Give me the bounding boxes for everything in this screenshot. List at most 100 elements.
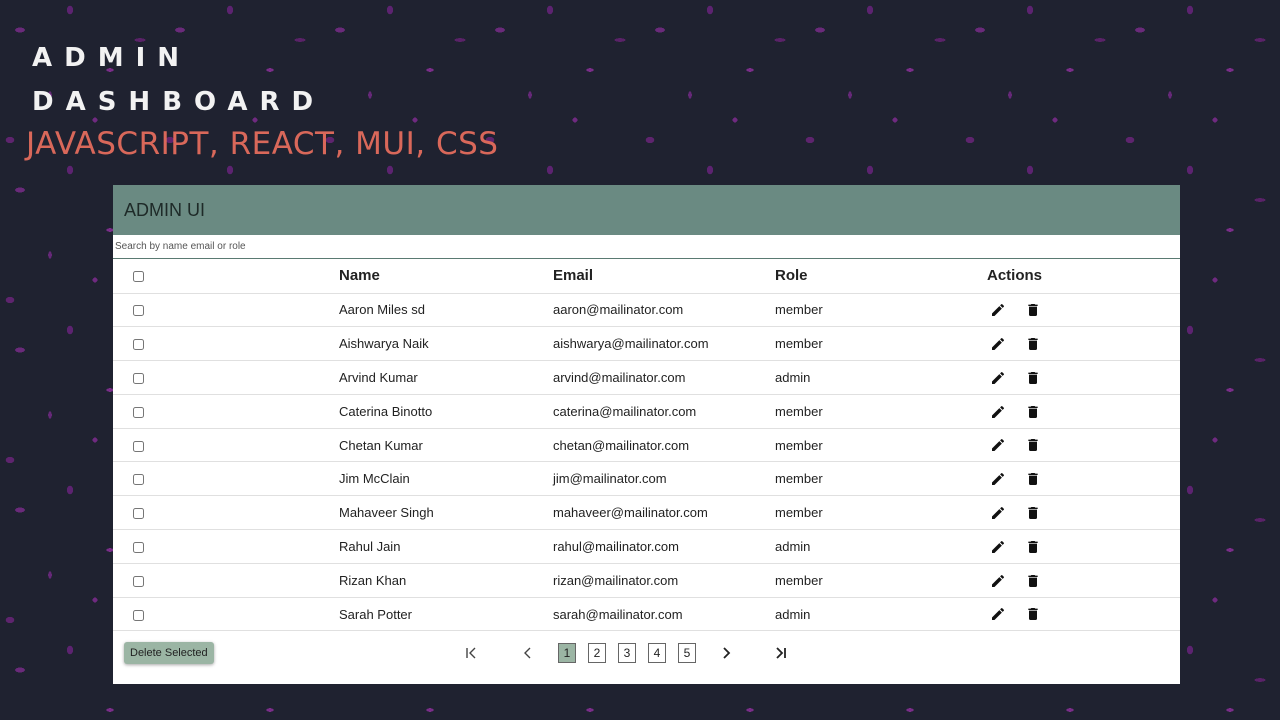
pencil-icon[interactable] <box>990 437 1006 453</box>
users-table: Name Email Role Actions Aaron Miles sd aa… <box>113 259 1180 632</box>
trash-icon[interactable] <box>1025 505 1041 521</box>
column-header-actions: Actions <box>987 259 1180 294</box>
cell-role: admin <box>775 597 987 632</box>
row-checkbox[interactable] <box>133 339 144 351</box>
table-row: Rizan Khan rizan@mailinator.com member <box>113 563 1180 598</box>
row-checkbox-cell <box>113 461 339 497</box>
trash-icon[interactable] <box>1025 336 1041 352</box>
select-all-checkbox[interactable] <box>133 270 144 282</box>
app-title: ADMIN UI <box>124 200 205 220</box>
page-button-1[interactable]: 1 <box>558 643 576 664</box>
pencil-icon[interactable] <box>990 471 1006 487</box>
page-button-4[interactable]: 4 <box>648 643 666 664</box>
last-page-icon[interactable] <box>769 642 793 664</box>
cell-email: aaron@mailinator.com <box>553 293 775 328</box>
pencil-icon[interactable] <box>990 606 1006 622</box>
chevron-right-icon[interactable] <box>714 642 738 664</box>
trash-icon[interactable] <box>1025 573 1041 589</box>
trash-icon[interactable] <box>1025 606 1041 622</box>
pencil-icon[interactable] <box>990 370 1006 386</box>
row-checkbox[interactable] <box>133 575 144 587</box>
cell-actions <box>987 495 1180 531</box>
slide-title: ADMIN DASHBOARD <box>32 36 325 124</box>
page-button-3[interactable]: 3 <box>618 643 636 664</box>
trash-icon[interactable] <box>1025 437 1041 453</box>
row-checkbox[interactable] <box>133 508 144 520</box>
row-checkbox[interactable] <box>133 609 144 621</box>
cell-actions <box>987 428 1180 463</box>
row-checkbox[interactable] <box>133 474 144 486</box>
pencil-icon[interactable] <box>990 505 1006 521</box>
row-checkbox[interactable] <box>133 406 144 418</box>
header-checkbox-cell <box>113 259 339 294</box>
row-checkbox[interactable] <box>133 305 144 317</box>
slide-title-line1: ADMIN <box>32 43 192 73</box>
row-checkbox[interactable] <box>133 373 144 385</box>
cell-role: member <box>775 563 987 598</box>
cell-email: jim@mailinator.com <box>553 461 775 497</box>
trash-icon[interactable] <box>1025 302 1041 318</box>
table-body: Aaron Miles sd aaron@mailinator.com member… <box>113 293 1180 632</box>
cell-actions <box>987 597 1180 632</box>
cell-role: member <box>775 326 987 362</box>
search-input[interactable] <box>113 235 1180 259</box>
cell-email: sarah@mailinator.com <box>553 597 775 632</box>
row-checkbox-cell <box>113 495 339 531</box>
cell-name: Aishwarya Naik <box>339 326 553 362</box>
row-checkbox-cell <box>113 428 339 463</box>
cell-email: mahaveer@mailinator.com <box>553 495 775 531</box>
cell-name: Mahaveer Singh <box>339 495 553 531</box>
cell-actions <box>987 461 1180 497</box>
cell-email: arvind@mailinator.com <box>553 360 775 395</box>
column-header-name[interactable]: Name <box>339 259 553 294</box>
page-button-5[interactable]: 5 <box>678 643 696 664</box>
trash-icon[interactable] <box>1025 404 1041 420</box>
trash-icon[interactable] <box>1025 370 1041 386</box>
admin-panel: ADMIN UI Name Email Role Actions Aaron M… <box>113 185 1180 684</box>
table-row: Jim McClain jim@mailinator.com member <box>113 461 1180 497</box>
cell-role: member <box>775 293 987 328</box>
cell-role: member <box>775 461 987 497</box>
trash-icon[interactable] <box>1025 539 1041 555</box>
row-checkbox-cell <box>113 563 339 598</box>
chevron-left-icon[interactable] <box>516 642 540 664</box>
table-header-row: Name Email Role Actions <box>113 259 1180 294</box>
page-button-2[interactable]: 2 <box>588 643 606 664</box>
pencil-icon[interactable] <box>990 539 1006 555</box>
delete-selected-button[interactable]: Delete Selected <box>124 642 214 665</box>
row-checkbox[interactable] <box>133 440 144 452</box>
cell-actions <box>987 529 1180 564</box>
column-header-role[interactable]: Role <box>775 259 987 294</box>
cell-email: rahul@mailinator.com <box>553 529 775 564</box>
cell-name: Caterina Binotto <box>339 394 553 429</box>
pencil-icon[interactable] <box>990 573 1006 589</box>
pencil-icon[interactable] <box>990 404 1006 420</box>
cell-name: Chetan Kumar <box>339 428 553 463</box>
cell-email: aishwarya@mailinator.com <box>553 326 775 362</box>
cell-role: member <box>775 428 987 463</box>
cell-role: member <box>775 495 987 531</box>
first-page-icon[interactable] <box>459 642 483 664</box>
table-row: Caterina Binotto caterina@mailinator.com m… <box>113 394 1180 429</box>
cell-name: Rahul Jain <box>339 529 553 564</box>
table-row: Sarah Potter sarah@mailinator.com admin <box>113 597 1180 632</box>
cell-actions <box>987 326 1180 362</box>
slide-subtitle: JAVASCRIPT, REACT, MUI, CSS <box>26 126 499 162</box>
row-checkbox-cell <box>113 597 339 632</box>
app-bar: ADMIN UI <box>113 185 1180 235</box>
cell-actions <box>987 293 1180 328</box>
row-checkbox-cell <box>113 293 339 328</box>
pencil-icon[interactable] <box>990 336 1006 352</box>
trash-icon[interactable] <box>1025 471 1041 487</box>
row-checkbox-cell <box>113 326 339 362</box>
cell-email: caterina@mailinator.com <box>553 394 775 429</box>
row-checkbox[interactable] <box>133 542 144 554</box>
cell-name: Sarah Potter <box>339 597 553 632</box>
table-row: Aaron Miles sd aaron@mailinator.com member <box>113 293 1180 328</box>
table-row: Mahaveer Singh mahaveer@mailinator.com mem… <box>113 495 1180 531</box>
cell-email: rizan@mailinator.com <box>553 563 775 598</box>
table-row: Aishwarya Naik aishwarya@mailinator.com me… <box>113 326 1180 362</box>
cell-name: Jim McClain <box>339 461 553 497</box>
column-header-email[interactable]: Email <box>553 259 775 294</box>
pencil-icon[interactable] <box>990 302 1006 318</box>
